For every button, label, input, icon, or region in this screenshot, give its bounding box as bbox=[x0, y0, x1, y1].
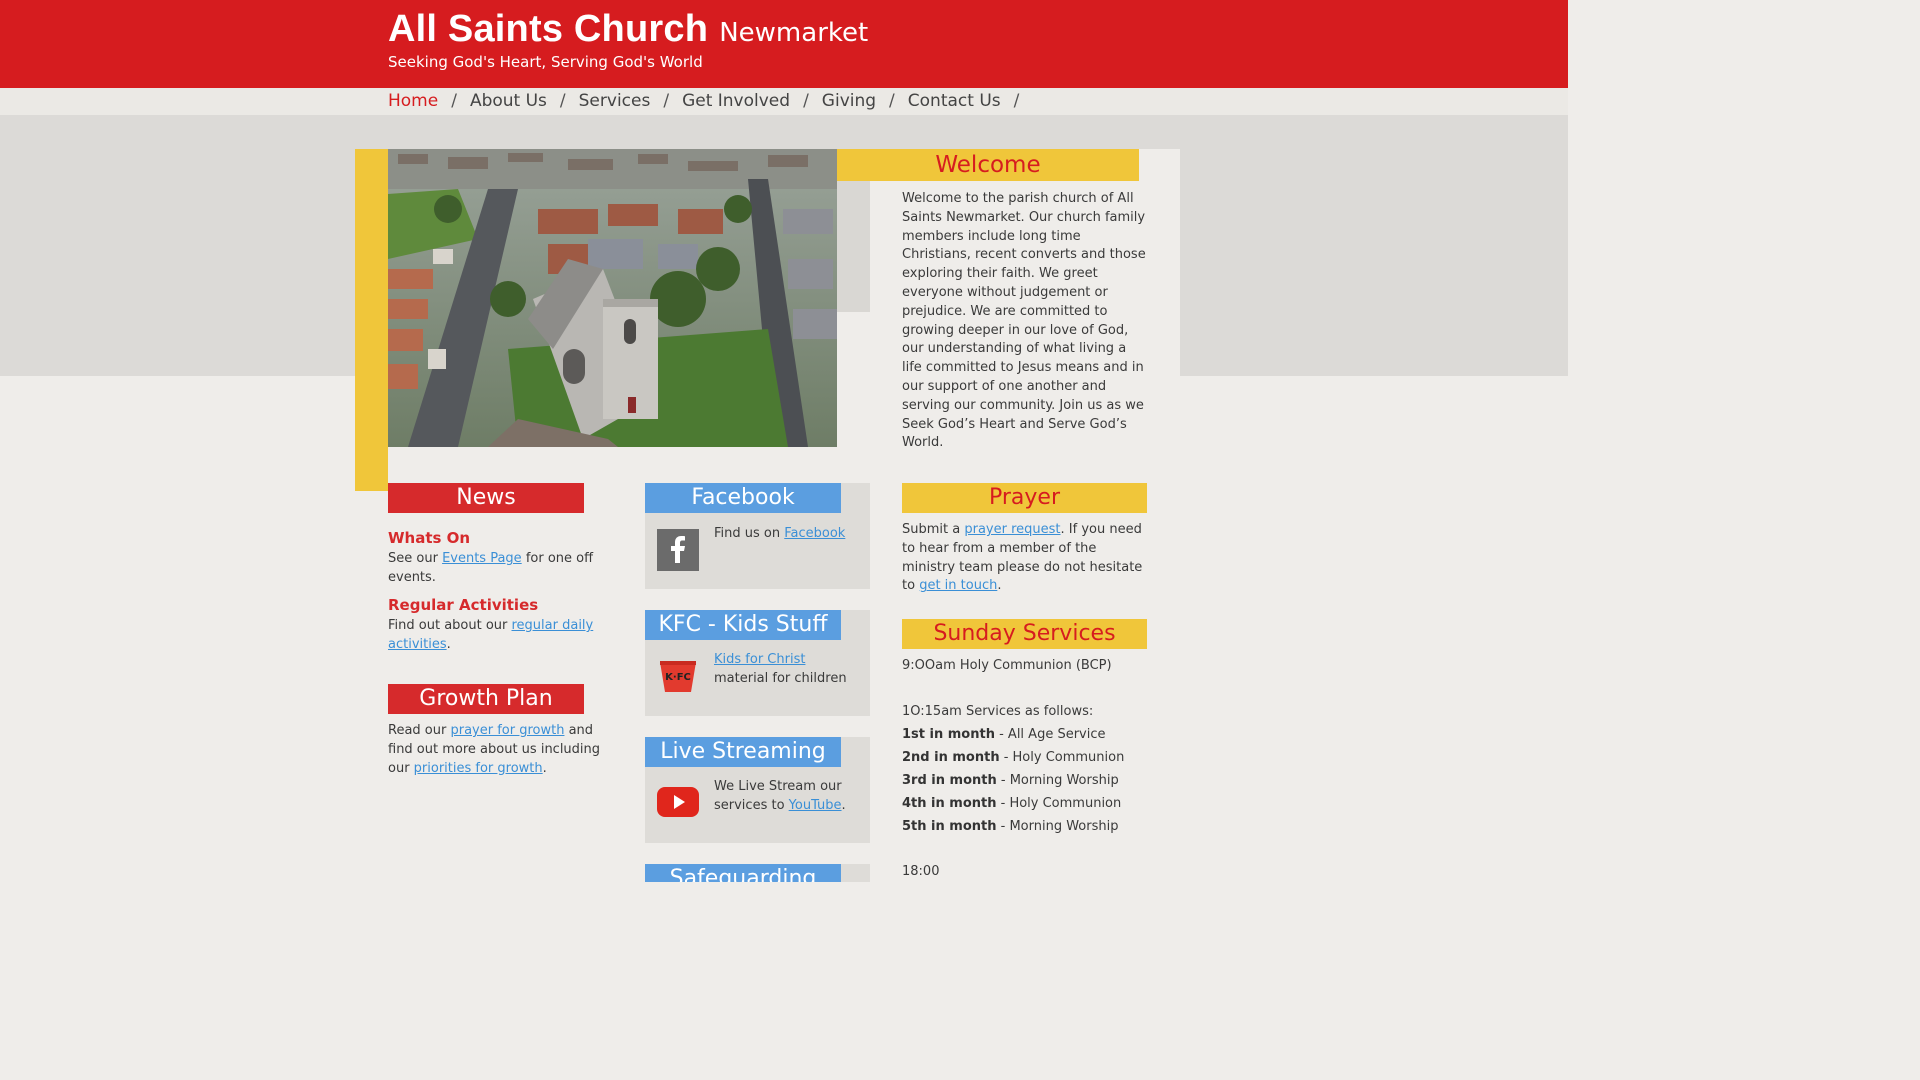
growth-text-post: . bbox=[542, 760, 547, 776]
live-streaming-heading: Live Streaming bbox=[645, 737, 841, 767]
get-in-touch-link[interactable]: get in touch bbox=[919, 578, 997, 593]
nav-separator: / bbox=[889, 91, 895, 111]
growth-text-pre: Read our bbox=[388, 723, 451, 738]
schedule-service: - Morning Worship bbox=[996, 773, 1119, 788]
nav-separator: / bbox=[559, 91, 566, 111]
youtube-link[interactable]: YouTube bbox=[789, 798, 842, 813]
site-title[interactable]: All Saints Church Newmarket bbox=[388, 8, 868, 51]
schedule-row: 3rd in month - Morning Worship bbox=[902, 772, 1119, 790]
regular-activities-text: Find out about our regular daily activit… bbox=[388, 617, 603, 655]
kfc-text-post: material for children bbox=[714, 670, 847, 686]
safeguarding-heading: Safeguarding bbox=[645, 864, 841, 882]
main-service-intro: 1O:15am Services as follows: bbox=[902, 704, 1094, 719]
site-title-location[interactable]: Newmarket bbox=[719, 18, 868, 48]
schedule-row: 2nd in month - Holy Communion bbox=[902, 749, 1124, 767]
kfc-bucket-icon[interactable]: K·FC bbox=[657, 658, 699, 698]
nav-separator: / bbox=[803, 91, 809, 111]
nav-separator: / bbox=[451, 91, 457, 111]
nav-item-home[interactable]: Home bbox=[388, 91, 438, 111]
events-page-link[interactable]: Events Page bbox=[442, 551, 522, 566]
regular-activities-heading: Regular Activities bbox=[388, 596, 539, 614]
nav-item-giving[interactable]: Giving bbox=[822, 91, 876, 111]
kids-for-christ-link[interactable]: Kids for Christ bbox=[714, 652, 805, 667]
regular-text-pre: Find out about our bbox=[388, 618, 512, 633]
schedule-week: 3rd in month bbox=[902, 773, 997, 788]
whats-on-text: See our Events Page for one off events. bbox=[388, 550, 603, 588]
news-heading: News bbox=[388, 483, 584, 513]
prayer-text-post: . bbox=[997, 578, 1002, 594]
facebook-link[interactable]: Facebook bbox=[784, 526, 845, 541]
kfc-heading: KFC - Kids Stuff bbox=[645, 610, 841, 640]
regular-text-post: . bbox=[446, 636, 451, 652]
sunday-services-heading: Sunday Services bbox=[902, 619, 1147, 649]
schedule-service: - Holy Communion bbox=[996, 796, 1122, 811]
schedule-service: - All Age Service bbox=[994, 727, 1106, 742]
schedule-week: 4th in month bbox=[902, 796, 997, 811]
prayer-text: Submit a prayer request. If you need to … bbox=[902, 521, 1150, 596]
facebook-icon[interactable] bbox=[657, 529, 699, 575]
growth-plan-text: Read our prayer for growth and find out … bbox=[388, 722, 613, 778]
prayer-request-link[interactable]: prayer request bbox=[964, 522, 1060, 537]
whats-on-heading: Whats On bbox=[388, 529, 471, 547]
prayer-text-pre: Submit a bbox=[902, 522, 965, 537]
whats-on-text-pre: See our bbox=[388, 551, 443, 566]
schedule-service: - Holy Communion bbox=[999, 750, 1125, 765]
nav-item-contact-us[interactable]: Contact Us bbox=[908, 91, 1001, 111]
schedule-week: 2nd in month bbox=[902, 750, 1000, 765]
schedule-row: 5th in month - Morning Worship bbox=[902, 818, 1118, 836]
live-streaming-text: We Live Stream our services to YouTube. bbox=[714, 778, 849, 816]
early-service: 9:OOam Holy Communion (BCP) bbox=[902, 658, 1112, 673]
evening-service: 18:00 bbox=[902, 864, 940, 879]
main-nav: Home / About Us / Services / Get Involve… bbox=[388, 91, 1032, 111]
schedule-week: 1st in month bbox=[902, 727, 995, 742]
youtube-icon[interactable] bbox=[657, 787, 699, 821]
kfc-badge-text: K·FC bbox=[665, 672, 691, 683]
nav-separator: / bbox=[663, 91, 670, 111]
schedule-week: 5th in month bbox=[902, 819, 997, 834]
decorative-gray-block bbox=[837, 181, 870, 312]
live-text-post: . bbox=[841, 797, 846, 813]
schedule-row: 4th in month - Holy Communion bbox=[902, 795, 1121, 813]
decorative-yellow-strip bbox=[355, 149, 388, 491]
nav-separator: / bbox=[1013, 91, 1020, 111]
hero-image-church-aerial bbox=[388, 149, 837, 447]
prayer-heading: Prayer bbox=[902, 483, 1147, 513]
welcome-heading: Welcome bbox=[837, 149, 1139, 181]
nav-item-about-us[interactable]: About Us bbox=[470, 91, 547, 111]
site-title-main[interactable]: All Saints Church bbox=[388, 8, 708, 50]
facebook-text-pre: Find us on bbox=[714, 526, 785, 541]
kfc-text: Kids for Christ material for children bbox=[714, 651, 859, 689]
nav-item-get-involved[interactable]: Get Involved bbox=[682, 91, 790, 111]
prayer-for-growth-link[interactable]: prayer for growth bbox=[450, 723, 564, 738]
priorities-for-growth-link[interactable]: priorities for growth bbox=[414, 761, 543, 776]
site-tagline: Seeking God's Heart, Serving God's World bbox=[388, 53, 703, 71]
welcome-text: Welcome to the parish church of All Sain… bbox=[902, 191, 1146, 451]
nav-item-services[interactable]: Services bbox=[579, 91, 651, 111]
facebook-heading: Facebook bbox=[645, 483, 841, 513]
facebook-text: Find us on Facebook bbox=[714, 525, 864, 544]
schedule-row: 1st in month - All Age Service bbox=[902, 726, 1106, 744]
growth-plan-heading: Growth Plan bbox=[388, 684, 584, 714]
schedule-service: - Morning Worship bbox=[996, 819, 1119, 834]
